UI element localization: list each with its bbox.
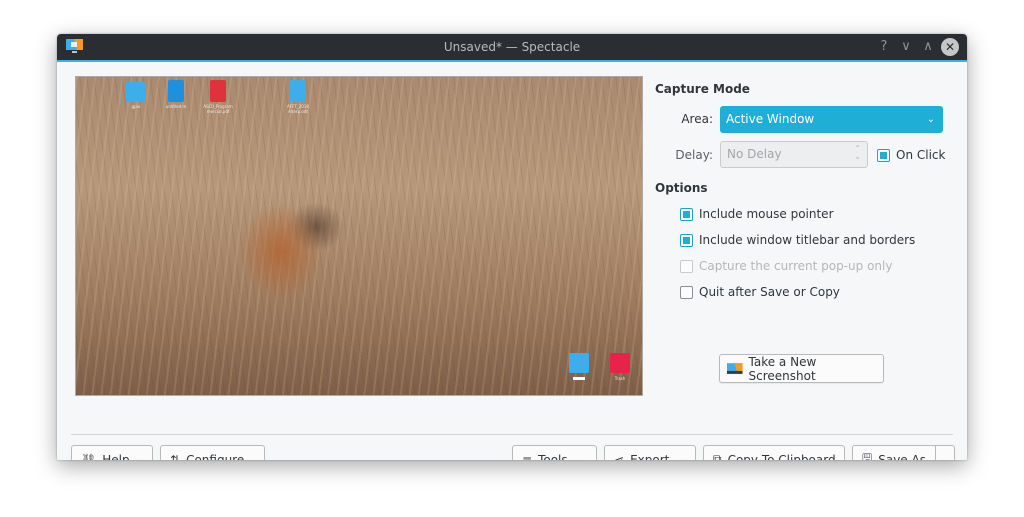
window-title: Unsaved* — Spectacle xyxy=(443,40,581,54)
configure-label: Configure... xyxy=(186,452,256,461)
on-click-checkbox[interactable]: On Click xyxy=(877,148,945,162)
chevron-down-icon: ⌄ xyxy=(580,454,588,461)
option-label: Include window titlebar and borders xyxy=(699,233,916,247)
spin-arrows-icon[interactable]: ⌃ ⌄ xyxy=(854,145,861,161)
separator xyxy=(71,434,953,435)
tools-button[interactable]: ≡ Tools ⌄ xyxy=(512,445,597,460)
save-icon: 🖫 xyxy=(862,451,873,460)
save-as-button[interactable]: 🖫 Save As xyxy=(852,445,936,460)
checkbox-indicator[interactable] xyxy=(680,233,693,247)
screenshot-preview[interactable]: gpio untitled.m ASCII_Program mercial.pd… xyxy=(75,76,643,396)
help-lifebuoy-icon: ⛓ xyxy=(81,452,97,461)
spectacle-icon xyxy=(727,362,743,374)
desktop-icon-label: gpio xyxy=(131,104,141,109)
desktop-icon-label: Trash xyxy=(614,376,626,381)
odt-file-icon xyxy=(290,80,306,102)
area-value: Active Window xyxy=(726,112,815,126)
trash-icon xyxy=(610,353,630,373)
pdf-file-icon xyxy=(210,80,226,102)
checkbox-indicator xyxy=(680,259,693,273)
delay-spinbox[interactable]: No Delay ⌃ ⌄ xyxy=(720,141,868,168)
menu-icon: ≡ xyxy=(522,452,533,461)
take-new-screenshot-button[interactable]: Take a New Screenshot xyxy=(719,354,884,383)
option-label: Include mouse pointer xyxy=(699,207,834,221)
export-button[interactable]: ⋖ Export ⌄ xyxy=(604,445,696,460)
share-icon: ⋖ xyxy=(614,452,625,461)
spectacle-window: Unsaved* — Spectacle ? ∨ ∧ ✕ gpio untitl… xyxy=(57,34,967,460)
desktop-icon-label: ASCII_Program mercial.pdf xyxy=(203,104,233,114)
desktop-icon-label: AFFT_2018 Alterp.odt xyxy=(287,104,309,114)
copy-label: Copy To Clipboard xyxy=(727,452,836,461)
capture-mode-heading: Capture Mode xyxy=(655,82,750,96)
help-icon[interactable]: ? xyxy=(875,38,893,56)
maximize-icon[interactable]: ∧ xyxy=(919,38,937,56)
chevron-down-icon: ⌄ xyxy=(679,454,687,461)
folder-icon xyxy=(126,82,146,102)
close-icon[interactable]: ✕ xyxy=(941,38,959,56)
tools-label: Tools xyxy=(538,452,568,461)
desktop-icon-label: untitled.m xyxy=(165,104,187,109)
include-titlebar-checkbox[interactable]: Include window titlebar and borders xyxy=(680,233,915,247)
titlebar: Unsaved* — Spectacle ? ∨ ∧ ✕ xyxy=(57,34,967,62)
option-label: Capture the current pop-up only xyxy=(699,259,893,273)
take-new-screenshot-label: Take a New Screenshot xyxy=(748,354,817,383)
save-options-dropdown[interactable]: ⌄ xyxy=(935,445,955,460)
capture-popup-checkbox: Capture the current pop-up only xyxy=(680,259,892,273)
area-label: Area: xyxy=(681,112,713,126)
help-button[interactable]: ⛓ Help ⌄ xyxy=(71,445,153,460)
option-label: Quit after Save or Copy xyxy=(699,285,840,299)
options-heading: Options xyxy=(655,181,708,195)
home-folder-icon xyxy=(569,353,589,373)
chevron-down-icon: ⌄ xyxy=(941,454,949,461)
delay-value: No Delay xyxy=(727,147,782,161)
configure-sliders-icon: ⇅ xyxy=(170,452,181,461)
export-label: Export xyxy=(630,452,670,461)
configure-button[interactable]: ⇅ Configure... xyxy=(160,445,265,460)
include-mouse-pointer-checkbox[interactable]: Include mouse pointer xyxy=(680,207,834,221)
copy-icon: ⧉ xyxy=(713,452,722,460)
checkbox-indicator[interactable] xyxy=(680,285,693,299)
checkbox-indicator[interactable] xyxy=(877,148,890,162)
chevron-down-icon: ⌄ xyxy=(136,454,144,461)
main-content: gpio untitled.m ASCII_Program mercial.pd… xyxy=(57,62,967,460)
on-click-label: On Click xyxy=(896,148,946,162)
quit-after-save-checkbox[interactable]: Quit after Save or Copy xyxy=(680,285,840,299)
area-combobox[interactable]: Active Window ⌄ xyxy=(720,106,943,133)
c-file-icon xyxy=(168,80,184,102)
delay-label: Delay: xyxy=(675,148,713,162)
minimize-icon[interactable]: ∨ xyxy=(897,38,915,56)
save-as-label: Save As xyxy=(878,452,926,461)
help-label: Help xyxy=(102,452,130,461)
checkbox-indicator[interactable] xyxy=(680,207,693,221)
selected-label-highlight xyxy=(573,377,585,380)
chevron-down-icon: ⌄ xyxy=(926,114,935,125)
copy-to-clipboard-button[interactable]: ⧉ Copy To Clipboard xyxy=(703,445,845,460)
